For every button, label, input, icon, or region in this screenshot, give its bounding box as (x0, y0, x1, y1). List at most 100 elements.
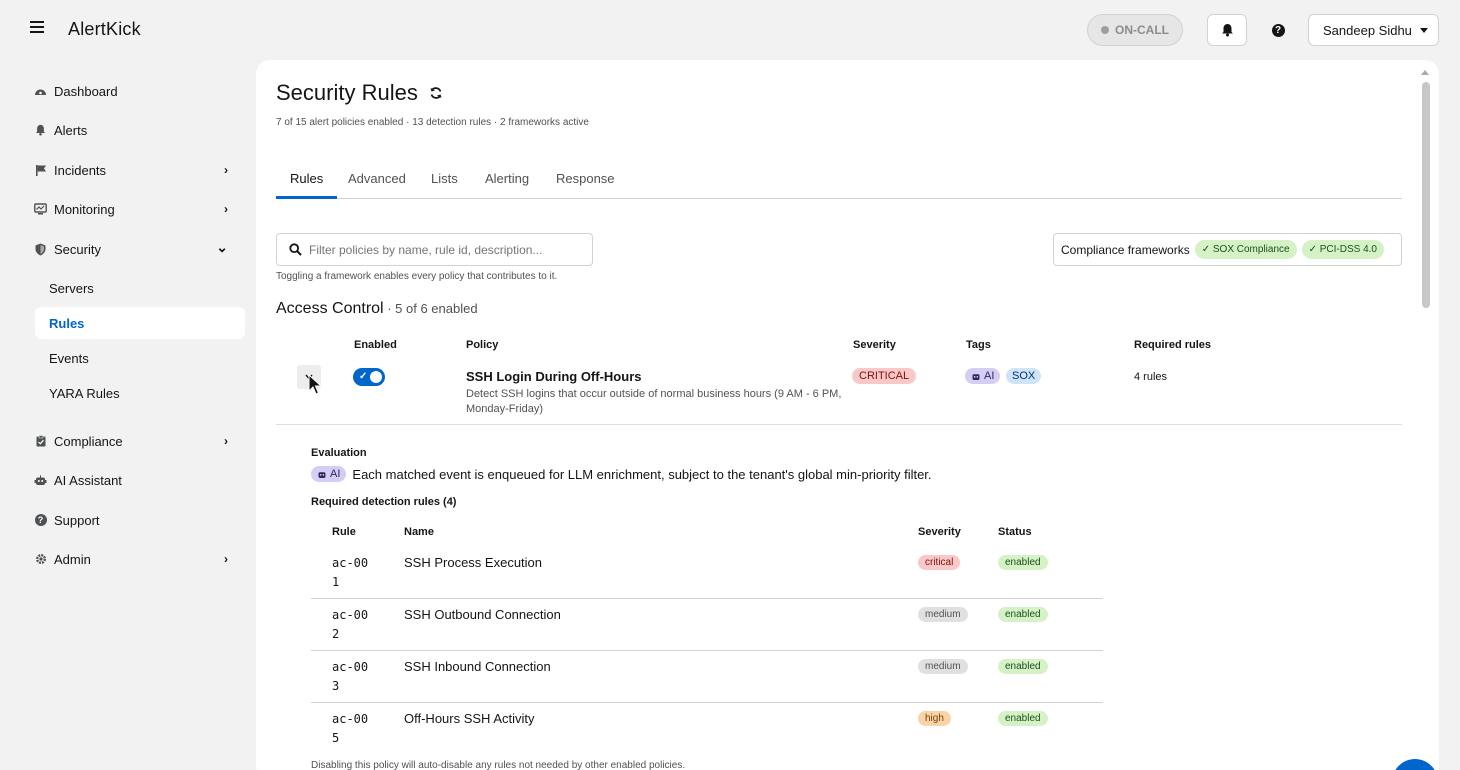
scroll-up-icon[interactable] (1421, 70, 1429, 75)
sidebar-item-label: Dashboard (54, 83, 118, 99)
tab-rules[interactable]: Rules (276, 171, 338, 199)
main-panel: Security Rules 7 of 15 alert policies en… (256, 60, 1439, 770)
rule-name: SSH Process Execution (404, 555, 543, 570)
rule-id: ac-002 (332, 608, 369, 641)
on-call-toggle[interactable]: ON-CALL (1087, 14, 1183, 46)
check-icon: ✓ (359, 371, 368, 382)
framework-chip-pci-dss[interactable]: ✓ PCI-DSS 4.0 (1301, 240, 1384, 259)
page-title: Security Rules (276, 80, 418, 105)
search-box (276, 233, 593, 266)
rule-id: ac-005 (332, 712, 369, 745)
tab-bar: Rules Advanced Lists Alerting Response (276, 165, 1402, 199)
sidebar-item-dashboard[interactable]: Dashboard (34, 75, 244, 107)
section-count: · 5 of 6 enabled (383, 301, 478, 316)
sidebar-item-security[interactable]: Security ⌄ (34, 233, 244, 265)
table-row[interactable]: ac-003 SSH Inbound Connection medium ena… (311, 651, 1103, 703)
table-row[interactable]: ac-001 SSH Process Execution critical en… (311, 547, 1103, 599)
sidebar-item-support[interactable]: ? Support (34, 504, 244, 536)
search-input[interactable] (309, 242, 579, 257)
ai-chip: AI (311, 466, 347, 482)
policy-enabled-toggle[interactable]: ✓ (353, 368, 385, 386)
search-icon (289, 243, 302, 256)
rule-id: ac-001 (332, 556, 369, 589)
sidebar-subitem-events[interactable]: Events (35, 342, 245, 374)
required-rules-count: 4 rules (1134, 371, 1168, 383)
evaluation-line: AI Each matched event is enqueued for LL… (311, 466, 932, 482)
section-name: Access Control (276, 300, 384, 317)
refresh-icon[interactable] (429, 86, 443, 105)
framework-chip-sox[interactable]: ✓ SOX Compliance (1194, 240, 1297, 259)
sidebar-item-admin[interactable]: Admin › (34, 543, 244, 575)
rule-name: SSH Outbound Connection (404, 607, 561, 622)
sidebar-item-compliance[interactable]: Compliance › (34, 425, 244, 457)
column-header-policy: Policy (466, 339, 499, 351)
user-menu-button[interactable]: Sandeep Sidhu (1308, 14, 1439, 46)
brand-logo: AlertKick (68, 19, 141, 39)
rule-id: ac-003 (332, 660, 369, 693)
on-call-label: ON-CALL (1115, 23, 1169, 37)
rule-severity-badge: medium (918, 659, 968, 674)
required-rules-heading: Required detection rules (4) (311, 496, 457, 508)
disable-footnote: Disabling this policy will auto-disable … (311, 760, 686, 770)
detail-header-rule: Rule (332, 526, 356, 538)
sidebar-item-incidents[interactable]: Incidents › (34, 154, 244, 186)
policy-name: SSH Login During Off-Hours (466, 369, 642, 384)
bell-icon (34, 124, 47, 137)
user-name: Sandeep Sidhu (1323, 22, 1412, 38)
page-subtitle: 7 of 15 alert policies enabled · 13 dete… (276, 117, 589, 128)
top-bar: AlertKick ON-CALL ? Sandeep Sidhu (0, 0, 1460, 60)
framework-hint: Toggling a framework enables every polic… (276, 271, 558, 282)
robot-icon (972, 373, 980, 380)
chevron-right-icon: › (224, 434, 228, 448)
severity-badge: CRITICAL (852, 368, 917, 384)
chevron-right-icon: › (224, 552, 228, 566)
sidebar-item-alerts[interactable]: Alerts (34, 114, 244, 146)
dashboard-icon (34, 85, 47, 98)
column-header-required-rules: Required rules (1134, 339, 1212, 351)
notifications-button[interactable] (1207, 14, 1247, 46)
table-row[interactable]: ac-002 SSH Outbound Connection medium en… (311, 599, 1103, 651)
robot-icon (34, 474, 47, 487)
tag-ai: AI (965, 368, 1001, 384)
scrollbar-thumb[interactable] (1422, 82, 1430, 308)
sidebar-item-ai-assistant[interactable]: AI Assistant (34, 464, 244, 496)
chevron-right-icon: › (224, 202, 228, 216)
bell-icon (1221, 24, 1233, 37)
sidebar-item-label: Compliance (54, 433, 123, 449)
rule-severity-badge: high (918, 711, 951, 726)
tab-alerting[interactable]: Alerting (485, 171, 529, 199)
rule-status-badge: enabled (998, 555, 1048, 570)
table-row[interactable]: ac-005 Off-Hours SSH Activity high enabl… (311, 703, 1103, 755)
evaluation-heading: Evaluation (311, 447, 367, 459)
rule-name: Off-Hours SSH Activity (404, 711, 535, 726)
status-dot-icon (1101, 26, 1109, 34)
flag-icon (34, 164, 47, 177)
detail-header-status: Status (998, 526, 1032, 538)
chevron-right-icon: › (224, 163, 228, 177)
frameworks-label: Compliance frameworks (1061, 242, 1190, 257)
sidebar-item-label: Security (54, 241, 101, 257)
sidebar-subitem-yara-rules[interactable]: YARA Rules (35, 377, 245, 409)
policy-description: Detect SSH logins that occur outside of … (466, 388, 842, 415)
sidebar-subitem-servers[interactable]: Servers (35, 272, 245, 304)
sidebar-subitem-rules[interactable]: Rules (35, 307, 245, 339)
detail-header-severity: Severity (918, 526, 961, 538)
column-header-tags: Tags (966, 339, 991, 351)
caret-down-icon (1419, 27, 1428, 33)
section-title: Access Control · 5 of 6 enabled (276, 300, 478, 318)
tab-response[interactable]: Response (556, 171, 615, 199)
sidebar-item-monitoring[interactable]: Monitoring › (34, 193, 244, 225)
rule-status-badge: enabled (998, 659, 1048, 674)
tab-lists[interactable]: Lists (431, 171, 458, 199)
rule-severity-badge: medium (918, 607, 968, 622)
column-header-severity: Severity (853, 339, 896, 351)
hamburger-menu-icon[interactable] (30, 21, 44, 35)
rule-status-badge: enabled (998, 711, 1048, 726)
help-button[interactable]: ? (1262, 14, 1294, 46)
tab-advanced[interactable]: Advanced (348, 171, 406, 199)
sidebar-item-label: AI Assistant (54, 472, 122, 488)
toggle-knob (370, 371, 382, 383)
rule-name: SSH Inbound Connection (404, 659, 551, 674)
sidebar-item-label: Incidents (54, 162, 107, 178)
shield-icon (34, 243, 47, 256)
